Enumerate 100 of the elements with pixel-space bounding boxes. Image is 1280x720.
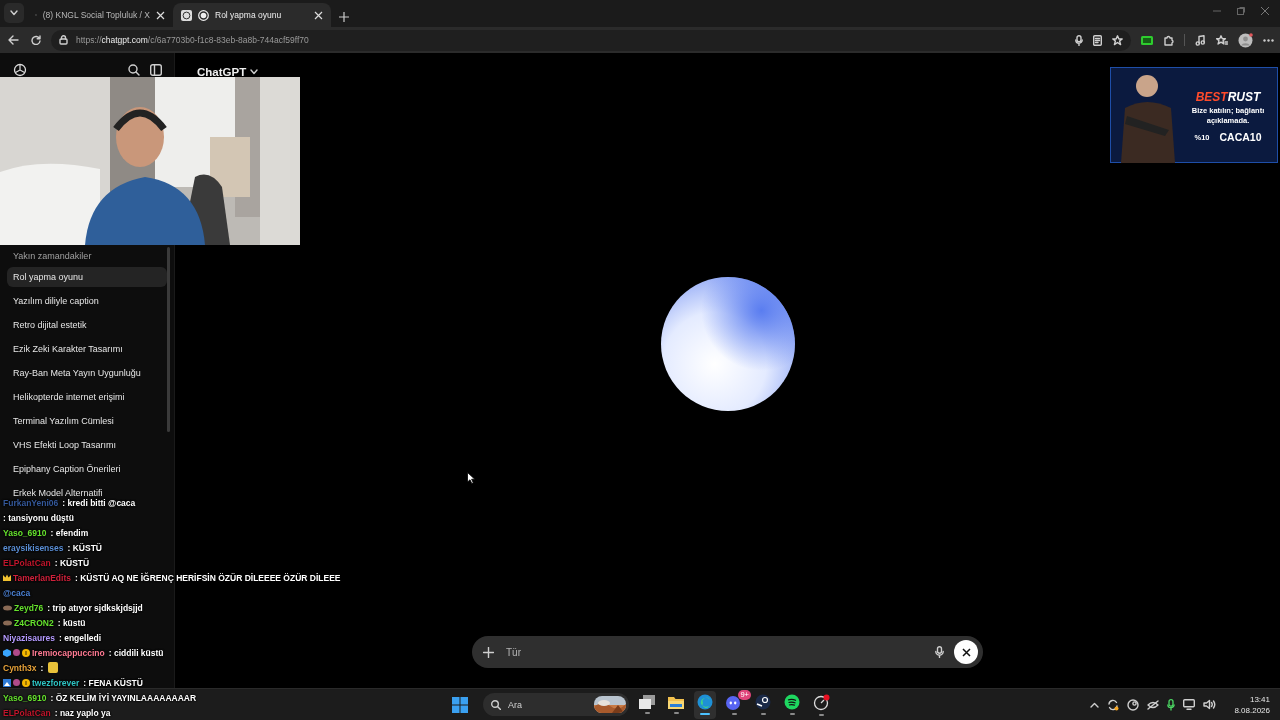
chat-username[interactable]: Yaso_6910: [3, 527, 47, 538]
microphone-icon[interactable]: [1075, 34, 1083, 46]
reload-icon[interactable]: [31, 35, 41, 45]
chat-message: : tansiyonu düştü: [3, 512, 74, 523]
folder-icon[interactable]: [668, 695, 684, 709]
chat-history-item[interactable]: Ray-Ban Meta Yayın Uygunluğu: [7, 363, 167, 383]
search-icon: [491, 699, 501, 710]
time-text: 13:41: [1249, 693, 1270, 705]
chat-username[interactable]: Z4CRON2: [14, 617, 54, 628]
microphone-icon[interactable]: [935, 646, 944, 658]
edge-browser-icon[interactable]: [697, 694, 713, 710]
chat-message: : efendim: [50, 527, 89, 538]
extension-icon[interactable]: [1141, 35, 1153, 45]
chat-history-item[interactable]: Helikopterde internet erişimi: [7, 387, 167, 407]
restore-icon[interactable]: [1236, 6, 1246, 16]
chat-username[interactable]: twezforever: [32, 677, 80, 688]
image-badge-icon: [3, 678, 11, 687]
chat-message: : KÜSTÜ: [67, 542, 102, 553]
chat-username[interactable]: Iremiocappuccino: [32, 647, 105, 658]
chat-history-item[interactable]: Terminal Yazılım Cümlesi: [7, 411, 167, 431]
promo-code: CACA10: [1219, 131, 1262, 143]
back-icon[interactable]: [8, 35, 19, 45]
chat-message: : FENA KÜSTÜ: [83, 677, 143, 688]
coin-icon: [22, 678, 30, 687]
browser-tab[interactable]: Rol yapma oyunu: [173, 3, 331, 27]
chat-message: : ciddili küstü: [108, 647, 164, 658]
chat-message: : ÖZ KELİM İYİ YAYINLAAAAAAAAR: [50, 692, 197, 703]
chatgpt-logo-icon[interactable]: [13, 63, 27, 77]
chevron-down-icon: [250, 68, 259, 75]
chat-message: : engelledi: [59, 632, 102, 643]
crown-icon: [3, 574, 11, 581]
chat-history-item[interactable]: Yazılım diliyle caption: [7, 291, 167, 311]
scrollbar[interactable]: [167, 247, 170, 432]
chevron-down-icon: [10, 10, 18, 16]
puzzle-icon[interactable]: [1163, 34, 1174, 46]
date-text: 8.08.2026: [1234, 704, 1270, 716]
browser-tab[interactable]: (8) KNGL Social Topluluk / X: [27, 3, 173, 27]
search-field[interactable]: Ara: [483, 693, 629, 716]
tab-list-button[interactable]: [4, 3, 24, 23]
start-icon[interactable]: [452, 696, 468, 713]
chat-history-item[interactable]: Ezik Zeki Karakter Tasarımı: [7, 339, 167, 359]
chat-message: :: [40, 662, 44, 673]
message-input[interactable]: Tür: [504, 645, 925, 659]
task-view-icon[interactable]: [639, 695, 655, 709]
microphone-icon[interactable]: [1167, 698, 1176, 711]
lock-icon: [59, 35, 68, 45]
close-icon: [961, 647, 971, 657]
chat-username[interactable]: @caca: [3, 587, 31, 598]
chat-history-item[interactable]: Rol yapma oyunu: [7, 267, 167, 287]
brand-logo: BESTRUST: [1195, 90, 1261, 104]
sync-icon[interactable]: [1107, 698, 1120, 711]
star-icon[interactable]: [1112, 34, 1123, 46]
music-icon[interactable]: [1195, 34, 1206, 46]
plus-icon[interactable]: [483, 646, 494, 658]
profile-avatar-icon[interactable]: [1238, 32, 1253, 48]
steam-icon[interactable]: [755, 694, 771, 710]
sidebar-toggle-icon[interactable]: [150, 64, 162, 76]
dot-badge-icon: [13, 679, 20, 686]
section-heading: Yakın zamandakiler: [12, 250, 93, 263]
chat-history-item[interactable]: Epiphany Caption Önerileri: [7, 459, 167, 479]
chat-message: : KÜSTÜ: [54, 557, 90, 568]
chat-username[interactable]: eraysikisenses: [3, 542, 64, 553]
more-icon[interactable]: [1263, 38, 1274, 42]
chat-username[interactable]: Yaso_6910: [3, 692, 47, 703]
cube-icon: [3, 648, 11, 657]
chat-history-item[interactable]: Retro dijital estetik: [7, 315, 167, 335]
dot-badge-icon: [13, 649, 20, 656]
clock[interactable]: 13:41 8.08.2026: [1234, 693, 1270, 716]
chevron-up-icon[interactable]: [1090, 701, 1100, 708]
eye-off-icon[interactable]: [1147, 699, 1160, 710]
favorites-icon[interactable]: [1216, 34, 1228, 46]
discord-icon[interactable]: [725, 694, 743, 710]
recording-icon: [198, 9, 209, 21]
chat-history-item[interactable]: VHS Efekti Loop Tasarımı: [7, 435, 167, 455]
new-tab-button[interactable]: [339, 12, 349, 22]
spotify-icon[interactable]: [784, 694, 800, 710]
plus-icon: [339, 12, 349, 22]
chat-message: : KÜSTÜ AQ NE İĞRENÇ HERİFSİN ÖZÜR DİLEEEE ÖZÜR DİLEEE: [74, 572, 341, 583]
chat-username[interactable]: Cynth3x: [3, 662, 37, 673]
chat-message: : küstü: [57, 617, 86, 628]
gauge-app-icon[interactable]: [812, 693, 830, 711]
mouse-cursor-icon: [467, 472, 475, 484]
chat-message: : trip atıyor sjdkskjdsjjd: [47, 602, 143, 613]
url-text: https://chatgpt.com/c/6a7703b0-f1c8-83eb-8a8b-744acf59ff70: [76, 35, 310, 45]
chat-username[interactable]: Zeyd76: [14, 602, 44, 613]
reader-icon[interactable]: [1093, 34, 1102, 46]
volume-icon[interactable]: [1203, 699, 1217, 710]
chat-username[interactable]: Niyazisaures: [3, 632, 55, 643]
chatgpt-logo-icon: [181, 9, 192, 21]
search-icon[interactable]: [128, 64, 140, 76]
chat-username[interactable]: TamerlanEdits: [13, 572, 71, 583]
emote-icon: [48, 662, 59, 673]
model-selector[interactable]: ChatGPT: [197, 65, 259, 78]
coin-icon: [22, 648, 30, 657]
address-bar[interactable]: https://chatgpt.com/c/6a7703b0-f1c8-83eb-8a8b-744acf59ff70: [51, 29, 1131, 51]
chat-message: : kredi bitti @caca: [62, 497, 136, 508]
close-voice-button[interactable]: [954, 640, 978, 664]
steam-icon[interactable]: [1127, 698, 1140, 711]
chat-message: : naz yaplo ya: [54, 707, 111, 718]
message-composer[interactable]: Tür: [472, 636, 983, 668]
